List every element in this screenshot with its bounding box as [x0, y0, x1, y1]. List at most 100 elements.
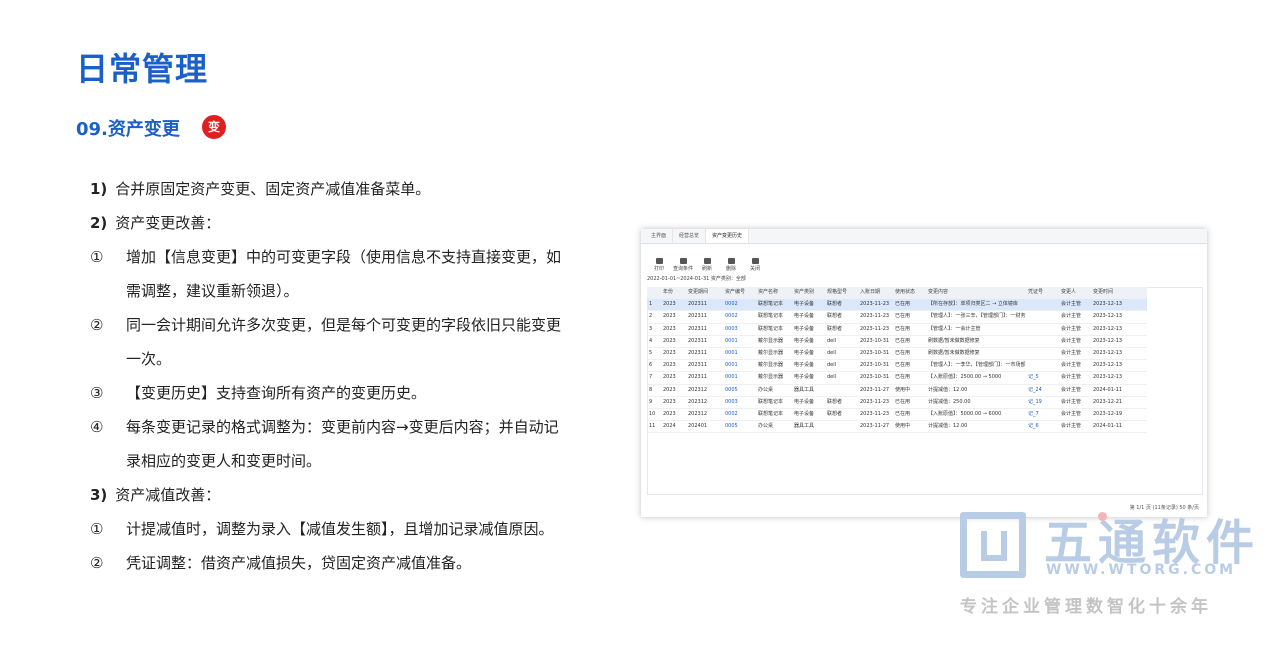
grid-cell: 202311 [688, 325, 708, 332]
grid-cell: 使用中 [895, 423, 911, 430]
table-row[interactable]: 2 2023 202311 0002 联想笔记本 电子设备 联想者 2023-11-23 已在用… [647, 311, 1147, 324]
point-3: 3) 资产减值改善： [90, 478, 570, 512]
grid-cell: 计提减值：12.00 [928, 423, 968, 430]
grid-cell: 联想者 [827, 325, 843, 332]
grid-header: 年份 变更期间 资产编号 资产名称 资产类别 规格型号 入账日期 使用状态 变更内容 凭证号 变更人… [647, 287, 1147, 300]
grid-cell: 0002 [725, 301, 738, 308]
sub-item: ② 凭证调整：借资产减值损失，贷固定资产减值准备。 [90, 546, 570, 580]
grid-cell: 入账日期 [860, 289, 881, 295]
sub-item-text: 【变更历史】支持查询所有资产的变更历史。 [126, 384, 427, 402]
table-row[interactable]: 11 2024 202401 0005 办公桌 器具工具 2023-11-27 使用中 计提减值… [647, 421, 1147, 434]
tab-0[interactable]: 主界面 [645, 229, 674, 243]
tab-1[interactable]: 经营总览 [673, 229, 707, 243]
toolbar-button-0[interactable]: 打印 [647, 258, 671, 272]
grid-cell: 2023 [663, 337, 676, 344]
grid-cell [1026, 324, 1059, 335]
grid-cell: 年份 [663, 289, 674, 295]
sub-item: ① 计提减值时，调整为录入【减值发生额】，且增加记录减值原因。 [90, 512, 570, 546]
point-1: 1) 合并原固定资产变更、固定资产减值准备菜单。 [90, 172, 570, 206]
grid-cell: 使用中 [895, 386, 911, 393]
table-row[interactable]: 1 2023 202311 0002 联想笔记本 电子设备 联想者 2023-11-23 已在用… [647, 299, 1147, 312]
toolbar-label: 刷新 [701, 266, 712, 272]
table-row[interactable]: 4 2023 202311 0001 戴尔显示器 电子设备 dell 2023-10-31 已在… [647, 336, 1147, 348]
grid-cell: dell [827, 349, 837, 356]
grid-cell: 器具工具 [794, 386, 815, 393]
grid-cell: 会计主管 [1061, 337, 1082, 344]
grid-cell: 202311 [688, 313, 708, 320]
grid-cell: 变更期间 [688, 289, 709, 295]
grid-cell: 已在用 [895, 410, 911, 417]
grid-cell: 已在用 [895, 313, 911, 320]
grid-cell: 2023-12-21 [1093, 398, 1123, 405]
table-row[interactable]: 8 2023 202312 0005 办公桌 器具工具 2023-11-27 使用中 计提减值：… [647, 385, 1147, 397]
grid-cell: 2023-10-31 [860, 349, 890, 356]
point-number: 2) [90, 214, 108, 232]
page-title: 日常管理 [76, 50, 209, 88]
grid-cell: 记_5 [1028, 374, 1039, 381]
grid-cell: 联想笔记本 [758, 325, 784, 332]
grid-cell: 6 [649, 362, 653, 369]
grid-cell: 电子设备 [794, 410, 815, 417]
grid-cell: 2023-12-13 [1093, 362, 1123, 369]
sub-item-mark: ① [90, 520, 104, 538]
table-row[interactable]: 10 2023 202312 0002 联想笔记本 电子设备 联想者 2023-11-23 已在… [647, 409, 1147, 422]
tab-2[interactable]: 资产变更历史 [706, 229, 750, 243]
table-row[interactable]: 6 2023 202311 0001 戴尔显示器 电子设备 dell 2023-10-31 已在… [647, 360, 1147, 373]
grid-cell: 戴尔显示器 [758, 337, 784, 344]
grid-cell: 2023-12-13 [1093, 313, 1123, 320]
grid-cell: 7 [649, 374, 653, 381]
grid-cell: 会计主管 [1061, 398, 1082, 405]
grid-cell: 2023-11-23 [860, 325, 890, 332]
grid-cell: 办公桌 [758, 386, 774, 393]
toolbar-label: 删除 [725, 266, 736, 272]
grid-cell: 2023-12-13 [1093, 374, 1123, 381]
grid-cell: 已在用 [895, 374, 911, 381]
grid-cell [825, 385, 858, 396]
grid-cell: 2023-12-13 [1093, 349, 1123, 356]
grid-cell: 会计主管 [1061, 423, 1082, 430]
toolbar-button-2[interactable]: 刷新 [695, 258, 719, 272]
grid-cell: 0002 [725, 313, 738, 320]
grid-cell: 规格型号 [827, 289, 848, 295]
toolbar-button-4[interactable]: 关闭 [743, 258, 767, 272]
grid-cell: 2023-11-23 [860, 398, 890, 405]
table-row[interactable]: 3 2023 202311 0003 联想笔记本 电子设备 联想者 2023-11-23 已在用… [647, 324, 1147, 336]
sub-item-text: 增加【信息变更】中的可变更字段（使用信息不支持直接变更，如需调整，建议重新领退）… [126, 248, 562, 300]
grid-cell: 2023-12-13 [1093, 337, 1123, 344]
grid-cell: 刷数据/暂未做数据修复 [928, 337, 980, 344]
grid-cell: 会计主管 [1061, 325, 1082, 332]
table-row[interactable]: 9 2023 202312 0003 联想笔记本 电子设备 联想者 2023-11-23 已在用… [647, 397, 1147, 409]
grid-cell: 202312 [688, 410, 708, 417]
toolbar-icon [679, 258, 687, 264]
grid-cell: 会计主管 [1061, 349, 1082, 356]
grid-cell: 变更内容 [928, 289, 949, 295]
table-row[interactable]: 5 2023 202311 0001 戴尔显示器 电子设备 dell 2023-10-31 已在… [647, 348, 1147, 361]
toolbar-icon [655, 258, 663, 264]
toolbar-button-1[interactable]: 查询条件 [671, 258, 695, 272]
grid-cell: 【管理人】：一张三辛，【管理部门】：一财务部 [928, 313, 1026, 320]
grid-cell: 电子设备 [794, 398, 815, 405]
grid-cell: 会计主管 [1061, 374, 1082, 381]
logo-dot-icon [1098, 512, 1107, 521]
grid-cell: 202312 [688, 398, 708, 405]
grid-cell: 10 [649, 410, 656, 417]
sub-item-mark: ① [90, 248, 104, 266]
grid-cell: 戴尔显示器 [758, 374, 784, 381]
grid-cell: 电子设备 [794, 337, 815, 344]
table-row[interactable]: 7 2023 202311 0001 戴尔显示器 电子设备 dell 2023-10-31 已在… [647, 372, 1147, 385]
feature-list: 1) 合并原固定资产变更、固定资产减值准备菜单。 2) 资产变更改善： ① 增加【信息… [90, 172, 570, 580]
grid-cell: 0005 [725, 386, 738, 393]
grid-cell: 资产类别 [794, 289, 815, 295]
grid-cell: 2023 [663, 349, 676, 356]
grid-cell: 3 [649, 325, 653, 332]
grid-cell: 【管理人】：一会计主管 [928, 325, 981, 332]
logo-slogan: 专注企业管理数智化十余年 [960, 597, 1212, 617]
toolbar: 打印 查询条件 刷新 删除 关闭 [641, 244, 1207, 272]
grid-cell: 202311 [688, 374, 708, 381]
sub-item: ④ 每条变更记录的格式调整为：变更前内容→变更后内容；并自动记录相应的变更人和变更… [90, 410, 570, 478]
change-badge: 变 [202, 115, 226, 139]
grid-cell: 【管理人】：一李华，【管理部门】：一市场部 [928, 362, 1026, 369]
toolbar-button-3[interactable]: 删除 [719, 258, 743, 272]
grid-cell: 【入账原值】：5000.00 → 6000 [928, 410, 1002, 417]
point-text: 资产变更改善： [115, 214, 221, 232]
